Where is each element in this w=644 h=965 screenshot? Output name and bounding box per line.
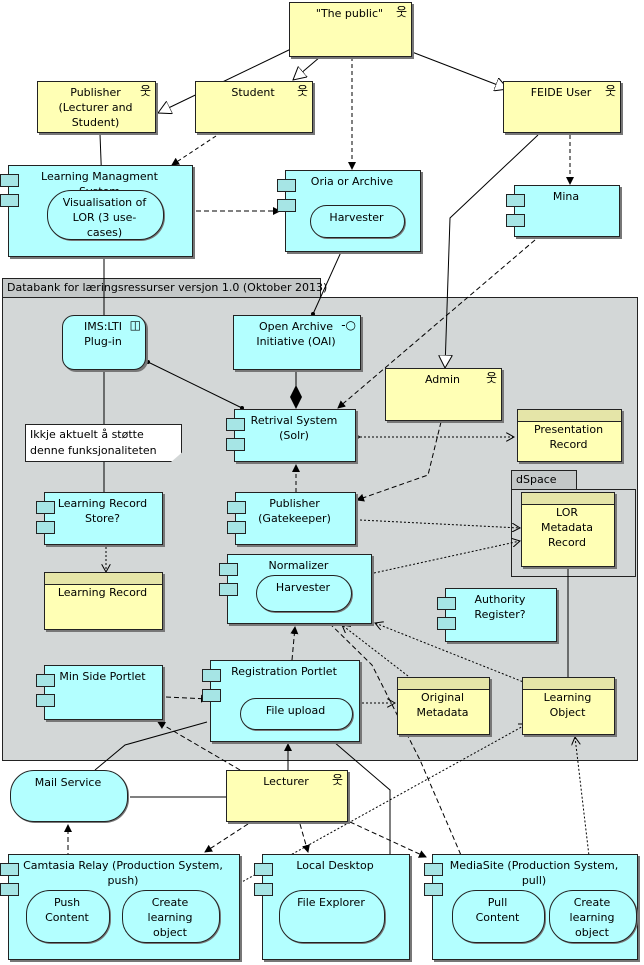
ims-node[interactable]: IMS:LTI Plug-in ◫: [62, 315, 146, 370]
camtasia-create-node[interactable]: Create learning object: [122, 890, 220, 943]
minside-node[interactable]: Min Side Portlet: [36, 665, 163, 720]
actor-icon: 웃: [604, 84, 616, 98]
node-label: Harvester: [275, 581, 331, 594]
node-label: Original Metadata: [416, 691, 469, 719]
lrs-node[interactable]: Learning Record Store?: [36, 492, 163, 545]
node-label: Publisher (Lecturer and Student): [58, 86, 133, 129]
node-label: Normalizer: [268, 559, 329, 572]
node-label: Retrival System (Solr): [250, 414, 338, 442]
node-label: Admin: [424, 373, 461, 386]
lms-vis-node[interactable]: Visualisation of LOR (3 use-cases): [47, 190, 164, 240]
node-label: Create learning object: [147, 896, 193, 939]
public-node[interactable]: "The public" 웃: [289, 2, 412, 57]
interface-icon: ◫: [129, 318, 141, 332]
authority-node[interactable]: Authority Register?: [437, 588, 557, 642]
node-label: Mina: [552, 190, 580, 203]
push-content-node[interactable]: Push Content: [26, 890, 110, 943]
oai-node[interactable]: Open Archive Initiative (OAI) -○: [233, 315, 361, 370]
node-label: Student: [231, 86, 275, 99]
mina-node[interactable]: Mina: [506, 185, 620, 237]
actor-icon: 웃: [331, 773, 343, 787]
node-label: File Explorer: [297, 896, 365, 909]
actor-icon: 웃: [296, 84, 308, 98]
node-label: Local Desktop: [296, 859, 374, 872]
node-label: Camtasia Relay (Production System, push): [23, 859, 223, 887]
node-label: FEIDE User: [530, 86, 592, 99]
node-label: Learning Record: [57, 586, 148, 599]
learning-object-node[interactable]: Learning Object: [522, 677, 615, 735]
node-label: Authority Register?: [474, 593, 526, 621]
lor-meta-node[interactable]: LOR Metadata Record: [521, 492, 615, 567]
note-node[interactable]: Ikkje aktuelt å støtte denne funksjonali…: [25, 424, 182, 462]
node-label: Learning Object: [543, 691, 592, 719]
node-label: Registration Portlet: [231, 665, 337, 678]
gatekeeper-node[interactable]: Publisher (Gatekeeper): [227, 492, 356, 545]
mail-node[interactable]: Mail Service: [10, 770, 128, 822]
node-label: Visualisation of LOR (3 use-cases): [62, 196, 147, 239]
node-label: Oria or Archive: [310, 175, 394, 188]
admin-node[interactable]: Admin 웃: [385, 368, 502, 421]
norm-harvester-node[interactable]: Harvester: [256, 575, 352, 612]
interface-icon: -○: [341, 318, 356, 332]
node-label: Lecturer: [263, 775, 309, 788]
node-label: MediaSite (Production System, pull): [449, 859, 619, 887]
student-node[interactable]: Student 웃: [195, 81, 313, 133]
presentation-node[interactable]: Presentation Record: [517, 409, 622, 462]
node-label: Create learning object: [569, 896, 615, 939]
feide-node[interactable]: FEIDE User 웃: [503, 81, 621, 133]
actor-icon: 웃: [139, 84, 151, 98]
node-label: Min Side Portlet: [59, 670, 146, 683]
retrieval-node[interactable]: Retrival System (Solr): [226, 409, 356, 462]
actor-icon: 웃: [395, 5, 407, 19]
node-label: File upload: [265, 704, 326, 717]
node-label: Presentation Record: [533, 423, 604, 451]
original-meta-node[interactable]: Original Metadata: [397, 677, 490, 735]
mediasite-create-node[interactable]: Create learning object: [549, 890, 637, 943]
file-explorer-node[interactable]: File Explorer: [279, 890, 385, 943]
node-label: Pull Content: [475, 896, 520, 924]
actor-icon: 웃: [485, 371, 497, 385]
node-label: Publisher (Gatekeeper): [258, 497, 331, 525]
node-label: Learning Record Store?: [57, 497, 148, 525]
publisher-node[interactable]: Publisher (Lecturer and Student) 웃: [37, 81, 156, 133]
lecturer-node[interactable]: Lecturer 웃: [226, 770, 348, 822]
node-label: Mail Service: [34, 776, 102, 789]
pull-content-node[interactable]: Pull Content: [452, 890, 545, 943]
node-label: LOR Metadata Record: [540, 506, 594, 549]
learning-record-node[interactable]: Learning Record: [44, 572, 163, 630]
node-label: Harvester: [329, 211, 384, 224]
node-label: "The public": [315, 7, 384, 20]
node-label: Push Content: [45, 896, 89, 924]
oria-harvester-node[interactable]: Harvester: [310, 205, 405, 238]
file-upload-node[interactable]: File upload: [240, 698, 353, 730]
